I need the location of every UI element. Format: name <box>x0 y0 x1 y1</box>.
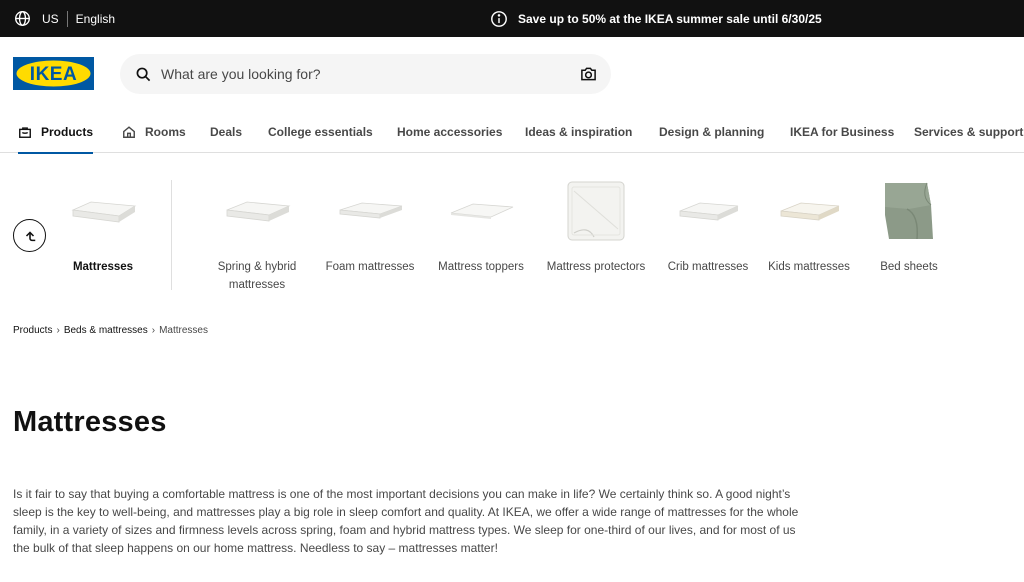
chevron-right-icon: › <box>151 325 156 336</box>
site-header: IKEA <box>0 37 1024 110</box>
category-crib[interactable]: Crib mattresses <box>652 175 764 276</box>
house-icon <box>123 125 135 138</box>
search-icon <box>136 67 151 81</box>
search-bar[interactable] <box>120 54 611 94</box>
chevron-right-icon: › <box>56 325 60 336</box>
category-protectors[interactable]: Mattress protectors <box>540 175 652 276</box>
nav-label: IKEA for Business <box>790 124 895 139</box>
country-code: US <box>42 11 59 26</box>
language-label: English <box>75 11 116 26</box>
nav-label: Products <box>41 124 94 139</box>
camera-search-icon[interactable] <box>580 66 597 82</box>
category-kids[interactable]: Kids mattresses <box>753 175 865 276</box>
category-bed-sheets[interactable]: Bed sheets <box>853 175 965 276</box>
category-label: Mattress protectors <box>546 261 646 273</box>
nav-label: Design & planning <box>659 124 765 139</box>
category-spring-hybrid[interactable]: Spring & hybrid mattresses <box>201 175 313 294</box>
main-navigation: Products Rooms Deals College essentials … <box>0 110 1024 154</box>
promo-banner[interactable]: Save up to 50% at the IKEA summer sale u… <box>490 0 822 37</box>
breadcrumb-beds-mattresses[interactable]: Beds & mattresses <box>64 325 148 336</box>
locale-selector[interactable]: US English <box>14 0 115 37</box>
logo-wordmark: IKEA <box>30 64 77 85</box>
nav-products[interactable]: Products <box>18 110 94 154</box>
nav-college-essentials[interactable]: College essentials <box>268 110 373 153</box>
mattress-thumbnail <box>71 201 137 223</box>
foam-mattress-thumbnail <box>339 202 403 219</box>
nav-label: College essentials <box>268 124 373 139</box>
nav-label: Rooms <box>145 124 186 139</box>
search-input[interactable] <box>161 66 561 82</box>
nav-deals[interactable]: Deals <box>210 110 242 153</box>
bed-sheet-thumbnail <box>885 182 933 240</box>
breadcrumb-products[interactable]: Products <box>13 325 52 336</box>
top-bar: US English Save up to 50% at the IKEA su… <box>0 0 1024 37</box>
category-label: Mattress toppers <box>438 261 524 273</box>
nav-design-planning[interactable]: Design & planning <box>659 110 764 153</box>
nav-ideas-inspiration[interactable]: Ideas & inspiration <box>525 110 632 153</box>
arrow-up-left-icon <box>25 230 35 241</box>
page-description: Is it fair to say that buying a comforta… <box>13 487 799 555</box>
nav-label: Ideas & inspiration <box>525 124 633 139</box>
info-icon <box>491 10 507 27</box>
page-title: Mattresses <box>13 406 167 438</box>
category-label: Bed sheets <box>880 261 938 273</box>
topper-thumbnail <box>450 203 514 219</box>
locale-divider <box>66 10 68 27</box>
nav-home-accessories[interactable]: Home accessories <box>397 110 502 153</box>
breadcrumb-current: Mattresses <box>159 325 208 336</box>
globe-icon <box>15 11 30 26</box>
nav-services-support[interactable]: Services & support <box>914 110 1023 153</box>
category-label: Kids mattresses <box>768 261 850 273</box>
nav-rooms[interactable]: Rooms <box>122 110 186 153</box>
nav-ikea-for-business[interactable]: IKEA for Business <box>790 110 894 153</box>
category-label: Mattresses <box>72 261 134 273</box>
nav-label: Deals <box>210 124 243 139</box>
category-foam[interactable]: Foam mattresses <box>314 175 426 276</box>
category-toppers[interactable]: Mattress toppers <box>425 175 537 276</box>
protector-thumbnail <box>567 181 625 241</box>
nav-label: Services & support <box>914 124 1024 139</box>
spring-mattress-thumbnail <box>226 201 291 222</box>
category-label: Spring & hybrid mattresses <box>217 261 297 291</box>
shopping-bag-icon <box>19 126 31 138</box>
category-label: Foam mattresses <box>325 261 415 273</box>
category-strip: Mattresses Spring & hybrid mattresses Fo… <box>0 153 1024 328</box>
back-up-button[interactable] <box>13 219 46 252</box>
kids-mattress-thumbnail <box>780 202 840 221</box>
category-mattresses[interactable]: Mattresses <box>47 175 159 276</box>
category-divider <box>171 180 172 290</box>
nav-label: Home accessories <box>397 124 503 139</box>
breadcrumb: Products › Beds & mattresses › Mattresse… <box>13 325 208 336</box>
crib-mattress-thumbnail <box>679 202 739 221</box>
category-label: Crib mattresses <box>667 261 749 273</box>
ikea-logo[interactable]: IKEA <box>13 57 94 90</box>
promo-text: Save up to 50% at the IKEA summer sale u… <box>518 11 822 26</box>
